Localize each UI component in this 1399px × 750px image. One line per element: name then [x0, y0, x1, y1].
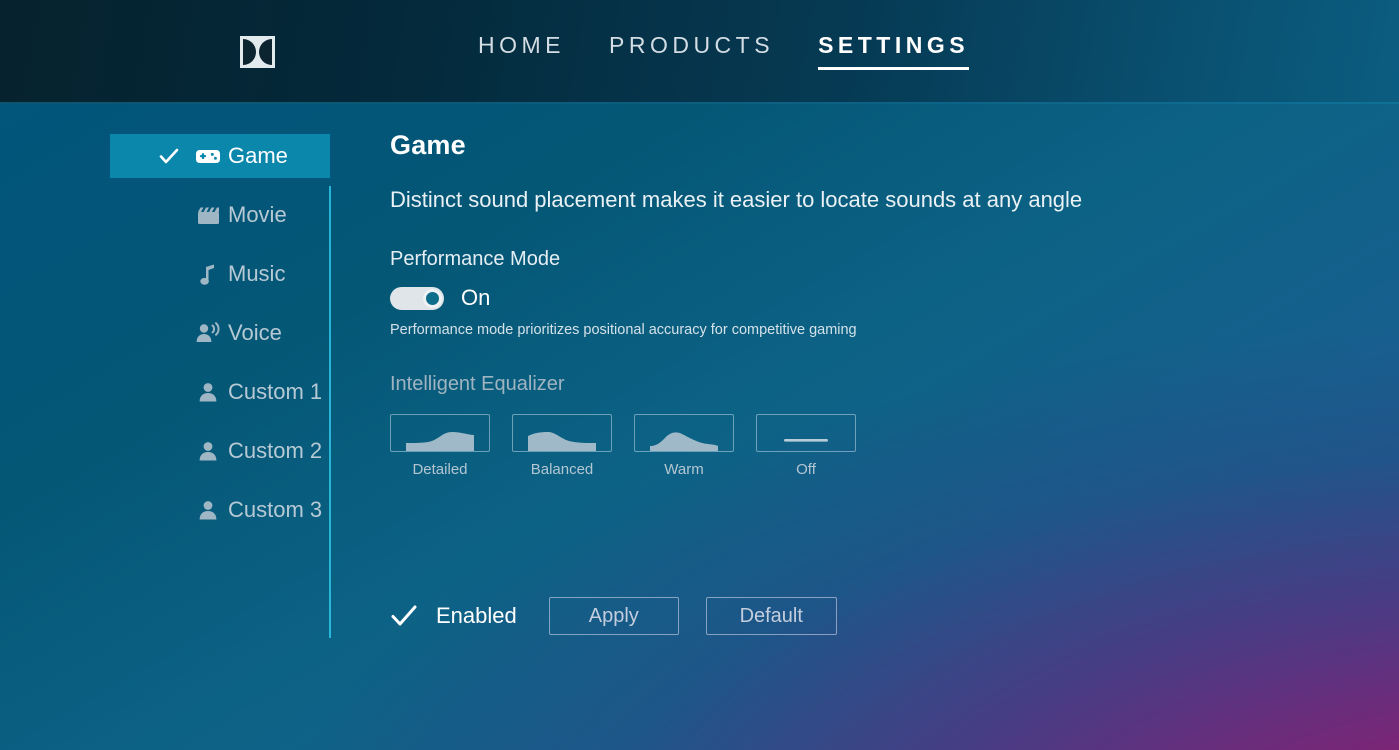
- sidebar-item-custom-1[interactable]: Custom 1: [110, 370, 330, 414]
- sidebar-item-label: Game: [228, 143, 288, 168]
- clapperboard-icon: [195, 203, 221, 227]
- dolby-logo-icon: [240, 36, 275, 68]
- equalizer-option-label: Warm: [664, 461, 704, 478]
- performance-mode-row: On: [390, 285, 1310, 311]
- equalizer-options: Detailed Balanced Warm Off: [390, 414, 1310, 478]
- sidebar-item-label: Music: [228, 261, 286, 286]
- sidebar-item-label: Custom 2: [228, 438, 323, 463]
- eq-curve-warm-icon: [634, 414, 734, 452]
- equalizer-option-detailed[interactable]: Detailed: [390, 414, 490, 478]
- main-content: Game Distinct sound placement makes it e…: [390, 130, 1310, 478]
- performance-mode-label: Performance Mode: [390, 248, 561, 270]
- sidebar-divider: [329, 186, 331, 638]
- nav-item-products[interactable]: PRODUCTS: [609, 32, 774, 67]
- enabled-label: Enabled: [436, 603, 517, 628]
- music-note-icon: [195, 262, 221, 286]
- person-icon: [195, 380, 221, 404]
- apply-button[interactable]: Apply: [548, 597, 679, 635]
- performance-mode-toggle[interactable]: [390, 286, 444, 310]
- sidebar-item-custom-2[interactable]: Custom 2: [110, 429, 330, 473]
- sidebar-item-custom-3[interactable]: Custom 3: [110, 488, 330, 532]
- sidebar-item-music[interactable]: Music: [110, 252, 330, 296]
- person-icon: [195, 498, 221, 522]
- gamepad-icon: [195, 144, 221, 168]
- equalizer-option-warm[interactable]: Warm: [634, 414, 734, 478]
- sidebar-item-voice[interactable]: Voice: [110, 311, 330, 355]
- sidebar-item-label: Voice: [228, 320, 282, 345]
- sidebar-item-label: Movie: [228, 202, 287, 227]
- equalizer-option-off[interactable]: Off: [756, 414, 856, 478]
- equalizer-option-label: Detailed: [412, 461, 468, 478]
- sidebar-item-movie[interactable]: Movie: [110, 193, 330, 237]
- performance-mode-state: On: [461, 285, 491, 310]
- nav-item-settings[interactable]: SETTINGS: [818, 32, 970, 70]
- nav-links: HOME PRODUCTS SETTINGS: [478, 32, 970, 70]
- equalizer-option-label: Off: [796, 461, 816, 478]
- person-icon: [195, 439, 221, 463]
- sidebar-item-game[interactable]: Game: [110, 134, 330, 178]
- page-body: Game Movie Music Voice Custom 1 Custom 2…: [0, 104, 1399, 750]
- eq-curve-flat-icon: [756, 414, 856, 452]
- enabled-check-icon[interactable]: [390, 602, 418, 630]
- equalizer-option-balanced[interactable]: Balanced: [512, 414, 612, 478]
- nav-item-home[interactable]: HOME: [478, 32, 565, 67]
- equalizer-option-label: Balanced: [530, 461, 594, 478]
- page-title: Game: [390, 130, 466, 160]
- default-button[interactable]: Default: [705, 597, 837, 635]
- sidebar: Game Movie Music Voice Custom 1 Custom 2…: [110, 134, 330, 547]
- top-navigation-bar: HOME PRODUCTS SETTINGS: [0, 0, 1399, 104]
- toggle-knob: [423, 288, 442, 308]
- performance-mode-hint: Performance mode prioritizes positional …: [390, 322, 857, 338]
- equalizer-label: Intelligent Equalizer: [390, 373, 565, 395]
- eq-curve-balanced-icon: [512, 414, 612, 452]
- eq-curve-detailed-icon: [390, 414, 490, 452]
- page-subtitle: Distinct sound placement makes it easier…: [390, 187, 1083, 212]
- footer-actions: Enabled Apply Default: [390, 597, 837, 635]
- person-speaking-icon: [195, 321, 221, 345]
- check-icon: [158, 145, 180, 167]
- app-window: HOME PRODUCTS SETTINGS Game Movie Music …: [0, 0, 1399, 750]
- sidebar-item-label: Custom 3: [228, 497, 323, 522]
- sidebar-item-label: Custom 1: [228, 379, 323, 404]
